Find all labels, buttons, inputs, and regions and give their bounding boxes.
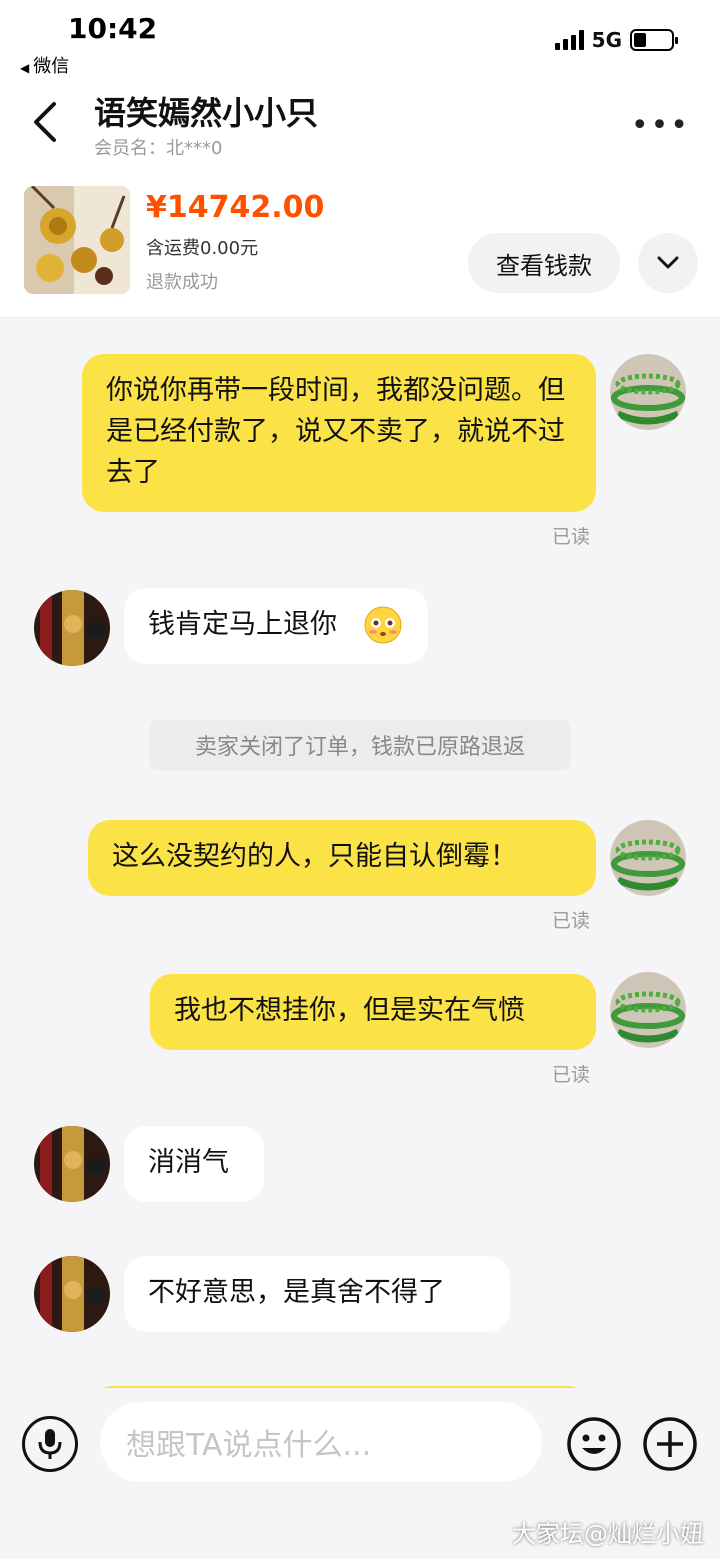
view-payment-button[interactable]: 查看钱款 <box>468 233 620 293</box>
message-text: 消消气 <box>148 1147 229 1178</box>
message-text: 钱肯定马上退你 <box>148 609 337 640</box>
chat-title: 语笑嫣然小小只 <box>94 94 319 132</box>
seller-avatar[interactable] <box>34 590 110 666</box>
seller-avatar[interactable] <box>34 1256 110 1332</box>
order-status: 退款成功 <box>146 272 218 293</box>
signal-icon <box>554 30 584 50</box>
emoji-icon[interactable] <box>566 1416 622 1472</box>
expand-button[interactable] <box>638 233 698 293</box>
battery-icon <box>630 29 678 51</box>
status-indicators: 5G <box>554 28 678 52</box>
message-text: 不好意思，是真舍不得了 <box>148 1277 445 1308</box>
seller-avatar[interactable] <box>34 1126 110 1202</box>
message-input[interactable]: 想跟TA说点什么... <box>100 1402 542 1482</box>
add-icon[interactable] <box>642 1416 698 1472</box>
message-text: 你说你再带一段时间，我都没问题。但是已经付款了，说又不卖了，就说不过去了 <box>106 375 565 488</box>
message-bubble-received[interactable]: 消消气 <box>124 1126 264 1202</box>
order-price: ¥14742.00 <box>146 190 325 225</box>
message-bubble-received[interactable]: 钱肯定马上退你 <box>124 588 428 664</box>
my-avatar[interactable] <box>610 972 686 1048</box>
read-receipt: 已读 <box>552 910 591 932</box>
message-text: 我也不想挂你，但是实在气愤 <box>174 995 525 1026</box>
voice-input-button[interactable] <box>22 1416 78 1472</box>
read-receipt: 已读 <box>552 1064 591 1086</box>
message-text: 这么没契约的人，只能自认倒霉！ <box>112 841 517 872</box>
read-receipt: 已读 <box>552 526 591 548</box>
back-to-app-link[interactable]: ◀ 微信 <box>20 52 69 78</box>
my-avatar[interactable] <box>610 820 686 896</box>
more-menu-icon[interactable]: ••• <box>631 108 690 143</box>
member-name: 会员名：北***0 <box>94 138 223 159</box>
flushed-face-emoji-icon <box>364 606 402 644</box>
message-bubble-sent[interactable]: 你说你再带一段时间，我都没问题。但是已经付款了，说又不卖了，就说不过去了 <box>82 354 596 512</box>
microphone-icon <box>38 1429 62 1459</box>
chevron-down-icon <box>657 256 679 269</box>
my-avatar[interactable] <box>610 354 686 430</box>
product-thumbnail[interactable] <box>24 186 130 294</box>
watermark: 大家坛@灿烂小妞 <box>512 1520 704 1548</box>
message-bubble-received[interactable]: 不好意思，是真舍不得了 <box>124 1256 510 1332</box>
system-notice: 卖家关闭了订单，钱款已原路退返 <box>150 720 570 770</box>
message-bubble-sent[interactable]: 我也不想挂你，但是实在气愤 <box>150 974 596 1050</box>
shipping-fee: 含运费0.00元 <box>146 238 259 259</box>
status-time: 10:42 <box>68 12 158 45</box>
back-arrow-icon[interactable] <box>30 100 64 144</box>
message-bubble-sent[interactable]: 这么没契约的人，只能自认倒霉！ <box>88 820 596 896</box>
back-app-label: 微信 <box>33 56 70 77</box>
network-type: 5G <box>591 28 622 52</box>
